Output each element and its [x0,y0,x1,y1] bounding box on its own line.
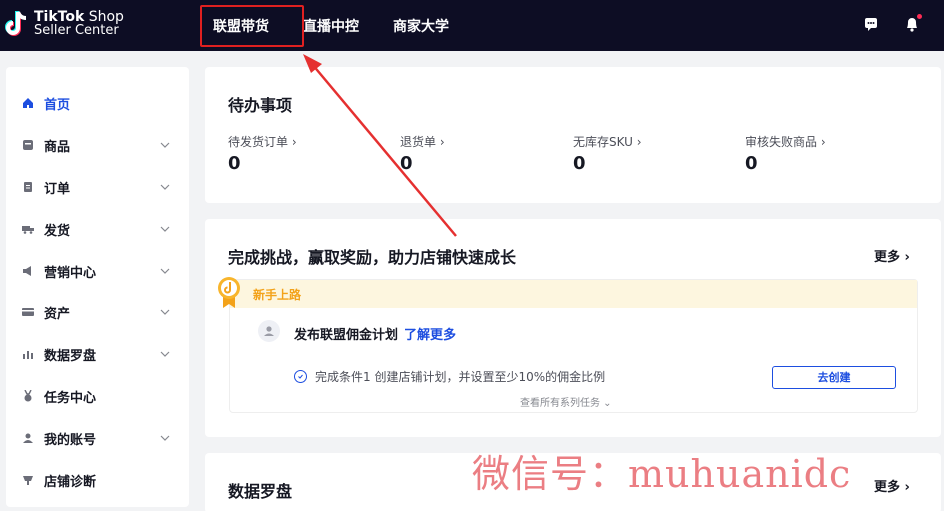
sidebar-item-label: 订单 [44,181,71,197]
sidebar-item-label: 我的账号 [44,432,97,448]
todo-title: 待办事项 [228,96,293,115]
todo-value: 0 [400,153,413,174]
todo-label: 审核失败商品 › [745,135,826,149]
nav-live-console[interactable]: 直播中控 [303,16,359,36]
order-icon [22,181,34,193]
notification-bell[interactable] [902,14,922,34]
chevron-down-icon [160,226,170,232]
todo-out-of-stock-sku[interactable]: 无库存SKU › 0 [573,133,642,174]
newbie-header: 新手上路 [230,280,917,308]
user-icon [22,432,34,444]
sidebar-item-products[interactable]: 商品 [22,134,172,156]
logo-subtitle: Seller Center [34,23,119,38]
tiktok-shop-logo[interactable]: TikTok Shop Seller Center [4,9,124,39]
todo-card: 待办事项 待发货订单 › 0 退货单 › 0 无库存SKU › 0 审核失败商品… [205,67,941,203]
todo-value: 0 [573,153,586,174]
sidebar-item-home[interactable]: 首页 [22,92,172,114]
sidebar-item-task-center[interactable]: 任务中心 [22,385,172,407]
todo-value: 0 [745,153,758,174]
sidebar-item-my-account[interactable]: 我的账号 [22,427,172,449]
medal-icon [22,390,34,402]
chevron-down-icon [160,435,170,441]
sidebar-item-assets[interactable]: 资产 [22,301,172,323]
truck-icon [22,223,34,235]
chevron-down-icon [160,142,170,148]
growth-challenge-card: 完成挑战，赢取奖励，助力店铺快速成长 更多 › 新手上路 发布联盟佣金计划 了解更… [205,219,941,437]
nav-highlight-box [200,5,304,47]
task-title-text: 发布联盟佣金计划 [294,328,399,343]
todo-value: 0 [228,153,241,174]
todo-label: 退货单 › [400,135,445,149]
sidebar-item-label: 数据罗盘 [44,348,97,364]
sidebar-item-label: 任务中心 [44,390,97,406]
chevron-down-icon [160,351,170,357]
sidebar-item-label: 商品 [44,139,71,155]
todo-returns[interactable]: 退货单 › 0 [400,133,445,174]
sidebar-item-label: 营销中心 [44,265,97,281]
user-avatar-icon [258,320,280,342]
todo-label: 无库存SKU › [573,135,642,149]
compass-more-link[interactable]: 更多 › [874,476,910,495]
notification-dot [917,14,922,19]
nav-seller-university[interactable]: 商家大学 [393,16,449,36]
progress-circle-icon [294,370,307,383]
card-icon [22,306,34,318]
todo-label: 待发货订单 › [228,135,297,149]
sidebar-item-label: 资产 [44,306,71,322]
sidebar-item-marketing[interactable]: 营销中心 [22,260,172,282]
create-button[interactable]: 去创建 [772,366,896,389]
sidebar-item-store-diagnosis[interactable]: 店铺诊断 [22,469,172,491]
watermark-text: 微信号：muhuanidc [472,452,852,496]
compass-title: 数据罗盘 [228,482,293,501]
view-all-tasks-link[interactable]: 查看所有系列任务 ⌄ [520,394,612,409]
diagnose-icon [22,474,34,486]
sidebar-item-shipping[interactable]: 发货 [22,218,172,240]
growth-title: 完成挑战，赢取奖励，助力店铺快速成长 [228,248,517,267]
growth-more-link[interactable]: 更多 › [874,246,910,265]
sidebar-item-label: 首页 [44,97,71,113]
tiktok-logo-icon [5,11,27,36]
chevron-down-icon [160,309,170,315]
todo-rejected-products[interactable]: 审核失败商品 › 0 [745,133,826,174]
sidebar-item-label: 店铺诊断 [44,474,97,490]
todo-pending-shipment[interactable]: 待发货订单 › 0 [228,133,297,174]
top-navigation-bar: TikTok Shop Seller Center 联盟带货 直播中控 商家大学 [0,0,944,51]
learn-more-link[interactable]: 了解更多 [404,328,456,343]
chart-icon [22,348,34,360]
task-condition-text: 完成条件1 创建店铺计划，并设置至少10%的佣金比例 [315,370,606,384]
sidebar: 首页 商品 订单 发货 营销中心 资产 数据罗盘 任务中心 我的账号 店铺诊断 [6,67,189,507]
task-condition: 完成条件1 创建店铺计划，并设置至少10%的佣金比例 [294,368,605,385]
newbie-task-panel: 新手上路 发布联盟佣金计划 了解更多 完成条件1 创建店铺计划，并设置至少10%的… [218,277,918,413]
sidebar-item-orders[interactable]: 订单 [22,176,172,198]
megaphone-icon [22,265,34,277]
product-icon [22,139,34,151]
tiktok-badge-icon [218,277,240,308]
sidebar-item-data-compass[interactable]: 数据罗盘 [22,343,172,365]
home-icon [22,97,34,109]
newbie-label: 新手上路 [253,288,302,302]
chevron-down-icon [160,184,170,190]
sidebar-item-label: 发货 [44,223,71,239]
task-title: 发布联盟佣金计划 了解更多 [294,324,456,343]
message-icon[interactable] [861,14,881,34]
chevron-down-icon [160,268,170,274]
